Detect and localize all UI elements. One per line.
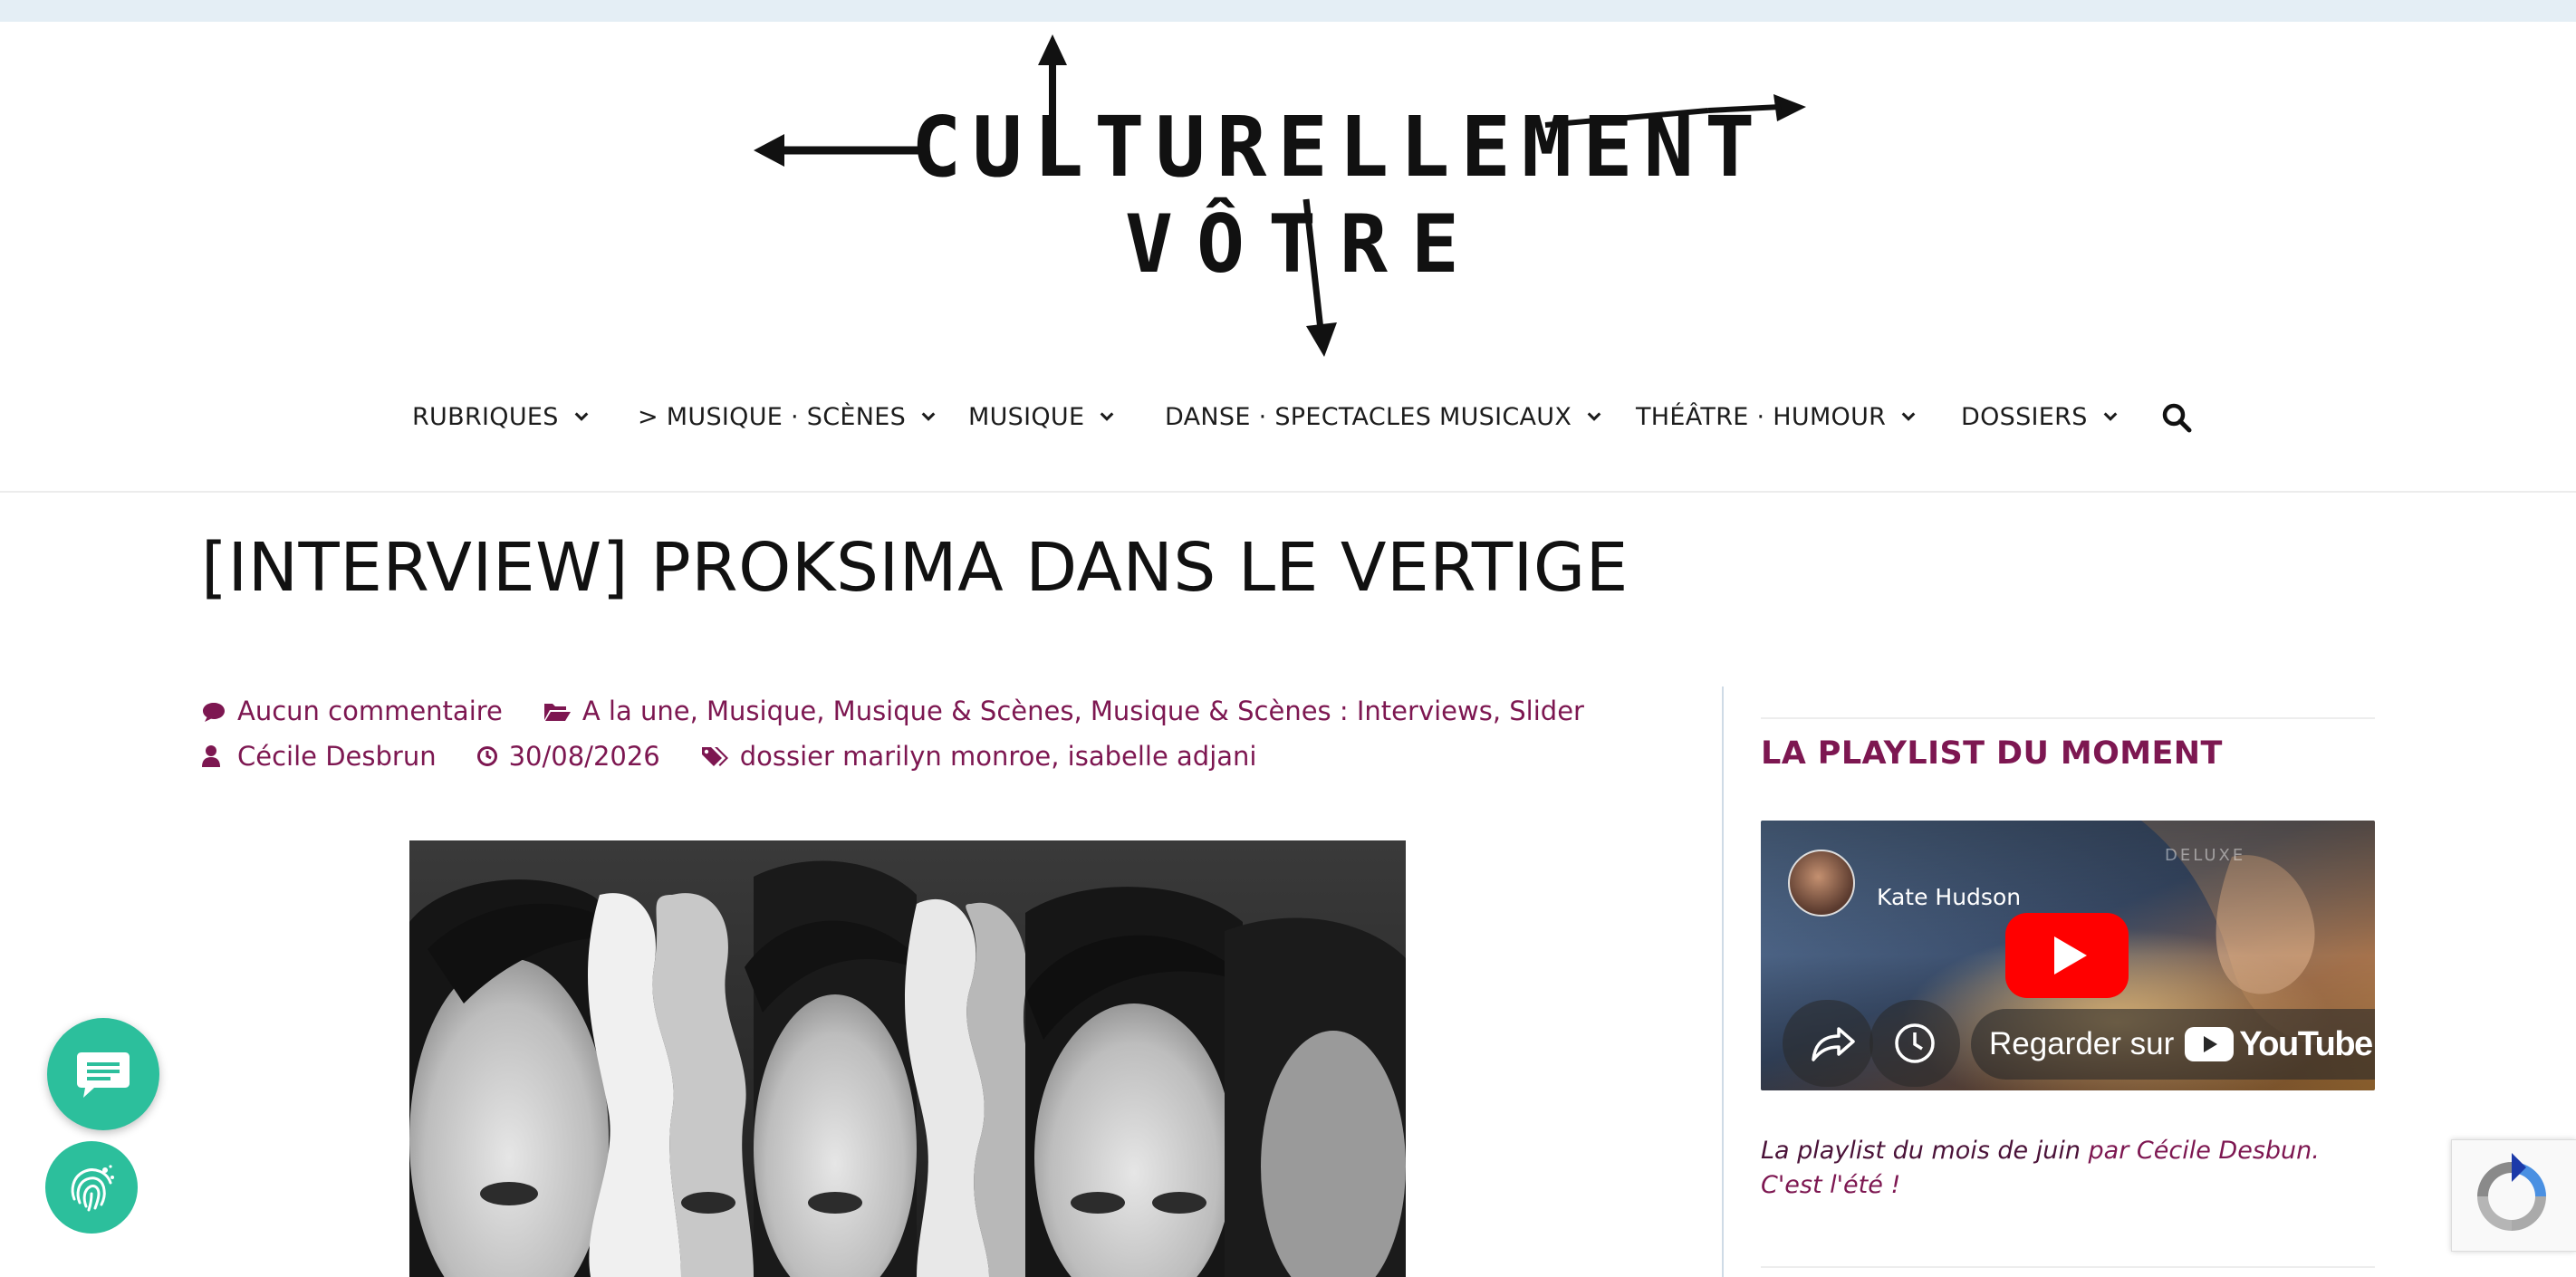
user-icon — [202, 745, 220, 767]
main-nav: RUBRIQUES > MUSIQUE · SCÈNES MUSIQUE DAN… — [0, 388, 2576, 446]
chevron-down-icon — [921, 412, 936, 421]
nav-label: RUBRIQUES — [412, 402, 559, 431]
nav-item-danse[interactable]: DANSE · SPECTACLES MUSICAUX — [1165, 388, 1602, 446]
logo-line1: CULTURELLEMENT — [911, 99, 1765, 196]
recaptcha-icon — [2477, 1153, 2546, 1231]
category-link[interactable]: A la une — [582, 696, 690, 726]
youtube-wordmark: YouTube — [2239, 1024, 2373, 1063]
tags-icon — [701, 747, 728, 766]
youtube-logo: YouTube — [2185, 1024, 2373, 1064]
post-title: [INTERVIEW] PROKSIMA DANS LE VERTIGE — [201, 529, 1629, 607]
youtube-play-icon — [2185, 1027, 2235, 1061]
header-divider — [0, 491, 2576, 493]
comment-icon — [203, 703, 225, 722]
date-link[interactable]: 30/08/2026 — [509, 741, 660, 772]
chevron-down-icon — [2103, 412, 2118, 421]
share-button[interactable] — [1783, 1000, 1873, 1087]
search-icon[interactable] — [2161, 402, 2192, 433]
category-link[interactable]: Slider — [1509, 696, 1584, 726]
nav-label: MUSIQUE — [968, 402, 1085, 431]
chevron-down-icon — [1100, 412, 1114, 421]
caption-author-link[interactable]: par Cécile Desbun — [2089, 1137, 2312, 1165]
folder-open-icon — [543, 704, 571, 721]
playlist-caption: La playlist du mois de juin par Cécile D… — [1761, 1134, 2377, 1203]
fingerprint-icon — [71, 1165, 114, 1212]
widget-title: LA PLAYLIST DU MOMENT — [1761, 735, 2223, 772]
share-icon — [1812, 1027, 1855, 1061]
sidebar-divider — [1761, 1266, 2375, 1268]
watch-on-youtube-button[interactable]: Regarder sur YouTube — [1971, 1009, 2375, 1080]
watch-label: Regarder sur — [1989, 1026, 2175, 1061]
column-divider — [1722, 687, 1724, 1277]
nav-item-musique-scenes[interactable]: > MUSIQUE · SCÈNES — [638, 388, 937, 446]
chevron-down-icon — [1901, 412, 1916, 421]
category-link[interactable]: Musique — [706, 696, 816, 726]
channel-name[interactable]: Kate Hudson — [1877, 884, 2021, 910]
logo-line2: VÔTRE — [1125, 197, 1483, 291]
sidebar-divider — [1761, 717, 2375, 719]
recaptcha-badge[interactable] — [2451, 1139, 2576, 1252]
site-logo[interactable]: CULTURELLEMENT VÔTRE — [748, 31, 1817, 362]
nav-label: DANSE · SPECTACLES MUSICAUX — [1165, 402, 1572, 431]
nav-item-musique[interactable]: MUSIQUE — [968, 388, 1115, 446]
nav-label: > MUSIQUE · SCÈNES — [638, 402, 907, 431]
post-meta-row-1: Aucun commentaire A la une, Musique, Mus… — [201, 696, 1584, 726]
clock-icon — [1895, 1023, 1935, 1063]
watch-later-button[interactable] — [1870, 1000, 1960, 1087]
nav-item-dossiers[interactable]: DOSSIERS — [1961, 388, 2119, 446]
clock-icon — [476, 746, 497, 766]
video-controls: Regarder sur YouTube — [1783, 1000, 2375, 1087]
privacy-settings-button[interactable] — [45, 1141, 138, 1234]
nav-label: DOSSIERS — [1961, 402, 2088, 431]
top-bar — [0, 0, 2576, 22]
chevron-down-icon — [1587, 412, 1601, 421]
chevron-down-icon — [574, 412, 589, 421]
channel-avatar[interactable] — [1788, 850, 1855, 917]
nav-item-theatre[interactable]: THÉÂTRE · HUMOUR — [1636, 388, 1917, 446]
category-link[interactable]: Musique & Scènes — [833, 696, 1074, 726]
category-link[interactable]: Musique & Scènes : Interviews — [1091, 696, 1493, 726]
tag-link[interactable]: isabelle adjani — [1068, 741, 1257, 772]
video-overlay-text: DELUXE — [2165, 846, 2246, 865]
youtube-embed[interactable]: DELUXE Kate Hudson Regarder sur YouTube — [1761, 821, 2375, 1090]
chat-button[interactable] — [47, 1018, 159, 1130]
comments-link[interactable]: Aucun commentaire — [237, 696, 503, 726]
nav-label: THÉÂTRE · HUMOUR — [1636, 402, 1887, 431]
nav-item-rubriques[interactable]: RUBRIQUES — [412, 388, 590, 446]
play-button-icon[interactable] — [2005, 913, 2129, 998]
caption-prefix: La playlist du mois de juin — [1761, 1137, 2081, 1165]
chat-bubble-icon — [77, 1052, 130, 1098]
post-meta-row-2: Cécile Desbrun 30/08/2026 dossier marily… — [201, 741, 1256, 772]
featured-image[interactable] — [409, 840, 1406, 1277]
author-link[interactable]: Cécile Desbrun — [237, 741, 437, 772]
tag-link[interactable]: dossier marilyn monroe — [740, 741, 1051, 772]
